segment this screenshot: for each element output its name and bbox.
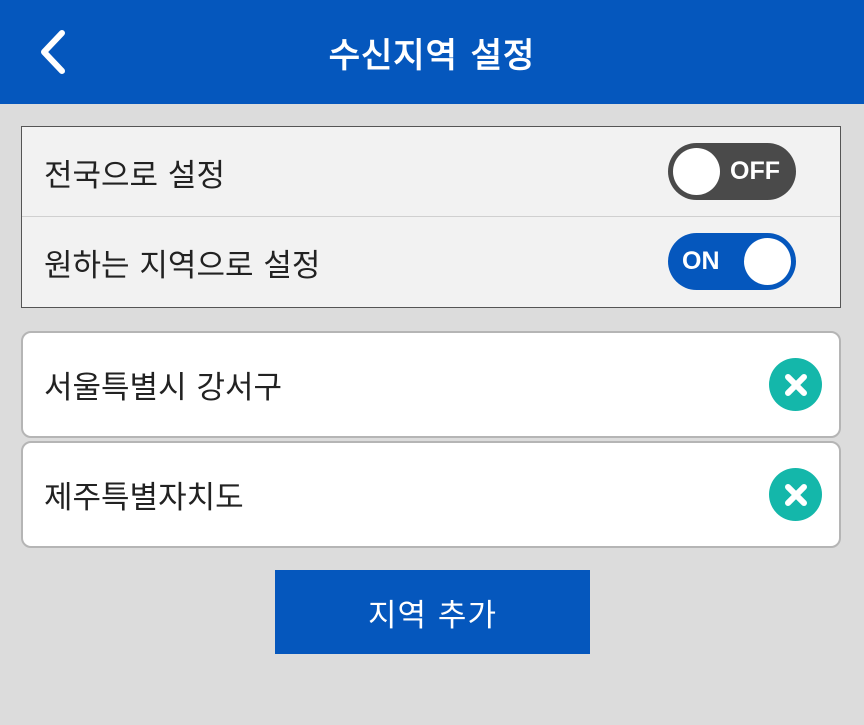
region-name: 제주특별자치도 (44, 480, 244, 516)
setting-row-custom: 원하는 지역으로 설정 ON (22, 217, 840, 307)
app-header: 수신지역 설정 (0, 0, 864, 104)
add-region-button[interactable]: 지역 추가 (275, 570, 590, 654)
toggle-state-text: OFF (730, 157, 780, 185)
remove-region-button[interactable] (769, 358, 822, 411)
close-icon (784, 483, 807, 506)
toggle-state-text: ON (682, 247, 720, 275)
nationwide-label: 전국으로 설정 (44, 157, 225, 194)
setting-row-nationwide: 전국으로 설정 OFF (22, 127, 840, 217)
page-title: 수신지역 설정 (328, 35, 536, 76)
settings-panel: 전국으로 설정 OFF 원하는 지역으로 설정 ON (21, 126, 841, 308)
region-item: 서울특별시 강서구 (21, 331, 841, 438)
remove-region-button[interactable] (769, 468, 822, 521)
toggle-knob (744, 238, 791, 285)
toggle-knob (673, 148, 720, 195)
custom-region-label: 원하는 지역으로 설정 (44, 247, 321, 284)
region-name: 서울특별시 강서구 (44, 370, 283, 406)
region-item: 제주특별자치도 (21, 441, 841, 548)
custom-region-toggle[interactable]: ON (668, 233, 796, 290)
nationwide-toggle[interactable]: OFF (668, 143, 796, 200)
close-icon (784, 373, 807, 396)
